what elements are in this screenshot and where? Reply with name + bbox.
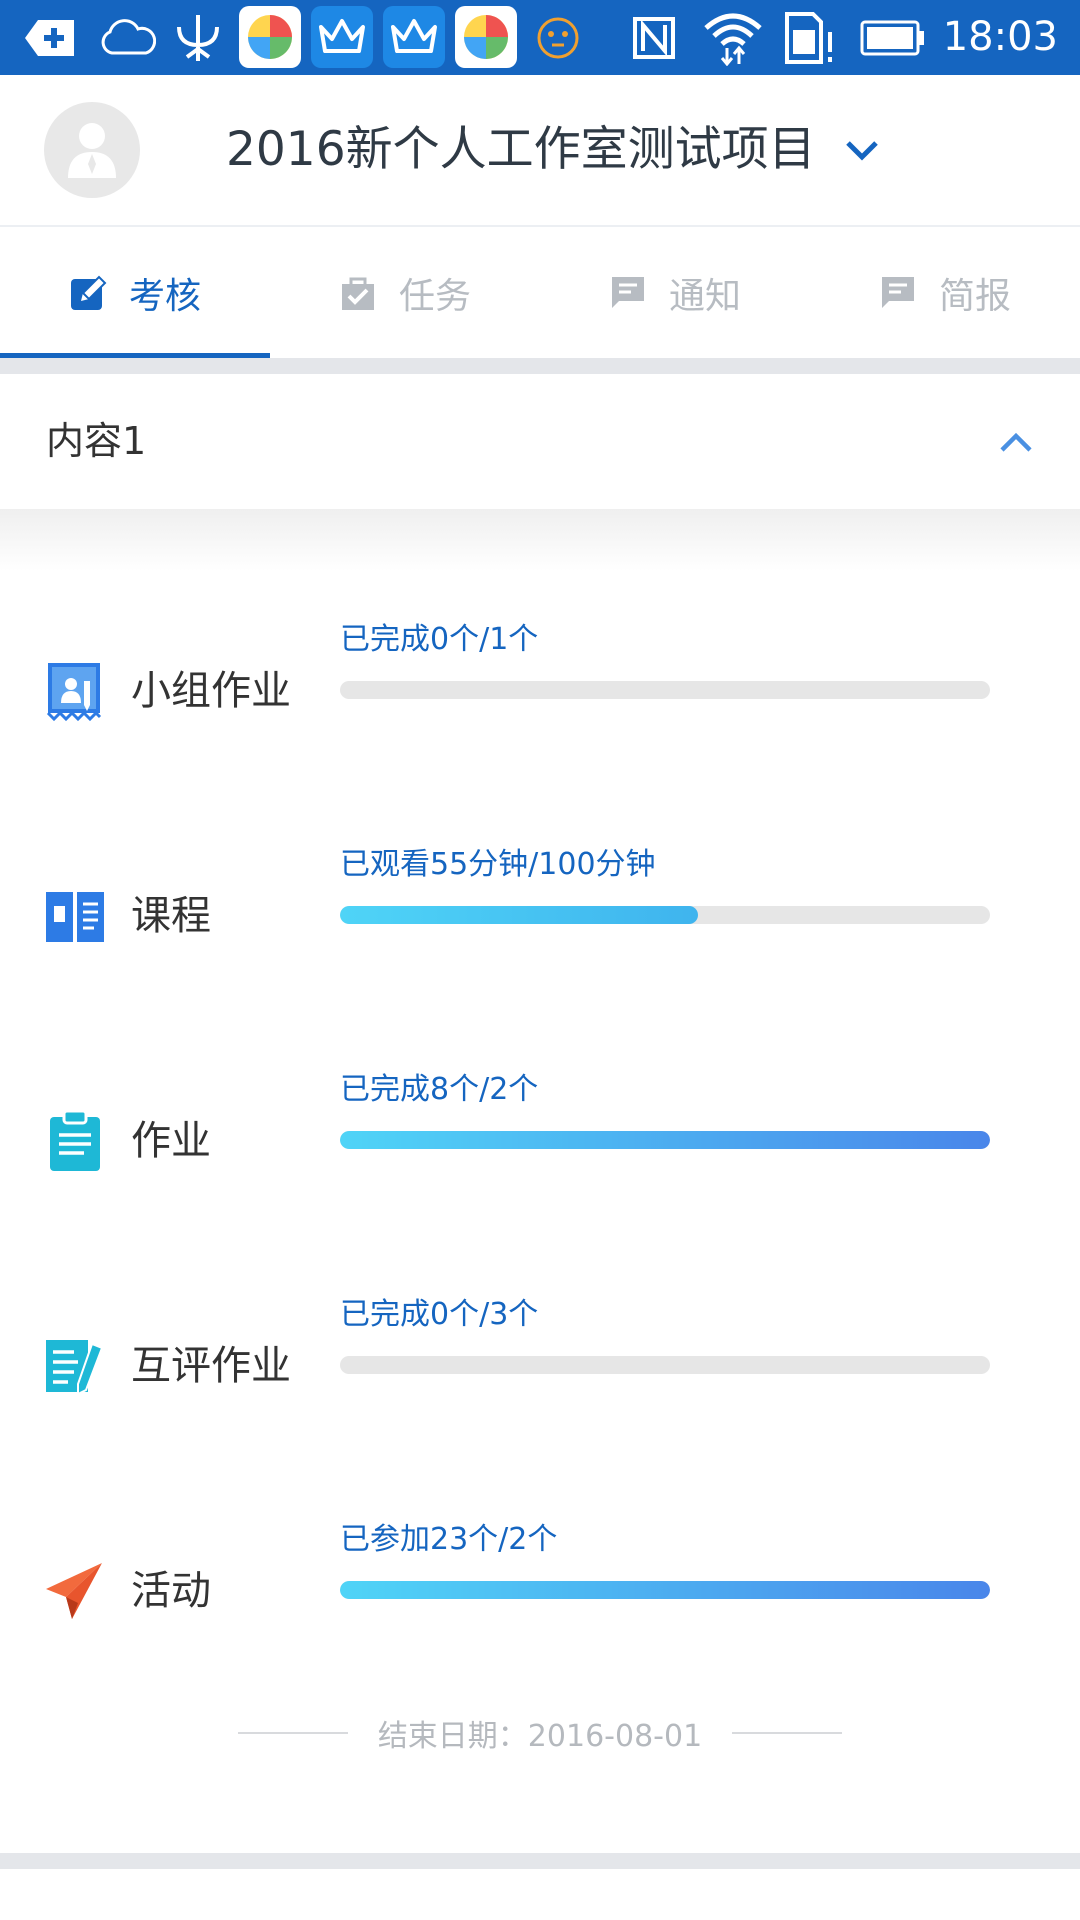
section-header[interactable]: 内容1 xyxy=(0,374,1080,509)
item-activity[interactable]: 活动 已参加23个/2个 xyxy=(0,1500,1080,1725)
item-homework[interactable]: 作业 已完成8个/2个 xyxy=(0,1050,1080,1275)
status-bar: 18:03 xyxy=(0,0,1080,75)
crown-app-icon xyxy=(383,6,445,68)
add-notification-icon xyxy=(20,0,80,75)
notice-icon xyxy=(611,276,644,308)
item-label: 小组作业 xyxy=(131,668,291,714)
tab-label: 通知 xyxy=(668,275,741,317)
progress-bar xyxy=(340,1581,990,1599)
course-book-icon xyxy=(46,892,104,942)
progress-text: 已完成8个/2个 xyxy=(340,1072,539,1107)
progress-text: 已完成0个/3个 xyxy=(340,1297,539,1332)
section-divider xyxy=(0,1853,1080,1869)
chevron-up-icon[interactable] xyxy=(996,422,1036,462)
pinwheel-app-icon xyxy=(455,6,517,68)
progress-bar xyxy=(340,681,990,699)
item-label: 作业 xyxy=(131,1118,211,1164)
item-label: 课程 xyxy=(131,893,211,939)
progress-bar-fill xyxy=(340,906,698,924)
divider-line xyxy=(237,1732,348,1734)
chevron-down-icon[interactable] xyxy=(842,127,882,173)
peer-review-icon xyxy=(46,1340,104,1396)
item-group-homework[interactable]: 小组作业 已完成0个/1个 xyxy=(0,600,1080,825)
assessment-icon xyxy=(70,275,107,310)
progress-bar xyxy=(340,906,990,924)
progress-bar-fill xyxy=(340,1581,990,1599)
item-label: 活动 xyxy=(131,1568,211,1614)
user-placeholder-icon xyxy=(68,123,116,178)
tabs-divider xyxy=(0,358,1080,374)
progress-bar xyxy=(340,1356,990,1374)
cloud-icon xyxy=(96,0,158,75)
tab-briefing[interactable]: 简报 xyxy=(810,227,1080,358)
avatar[interactable] xyxy=(44,102,140,198)
tab-bar: 考核 任务 通知 简报 xyxy=(0,227,1080,358)
clipboard-icon xyxy=(50,1109,100,1171)
tab-assessment[interactable]: 考核 xyxy=(0,227,270,358)
project-header: 2016新个人工作室测试项目 xyxy=(0,75,1080,227)
face-icon xyxy=(532,0,584,75)
section-title: 内容1 xyxy=(46,419,147,463)
tab-label: 简报 xyxy=(938,275,1011,317)
item-course[interactable]: 课程 已观看55分钟/100分钟 xyxy=(0,825,1080,1050)
item-peer-review[interactable]: 互评作业 已完成0个/3个 xyxy=(0,1275,1080,1500)
progress-bar xyxy=(340,1131,990,1149)
end-date-text: 结束日期：2016-08-01 xyxy=(377,1719,703,1754)
status-time: 18:03 xyxy=(942,14,1058,60)
tab-task[interactable]: 任务 xyxy=(270,227,540,358)
progress-text: 已观看55分钟/100分钟 xyxy=(340,847,656,882)
section-divider xyxy=(0,509,1080,571)
project-title[interactable]: 2016新个人工作室测试项目 xyxy=(226,75,816,225)
progress-bar-fill xyxy=(340,1131,990,1149)
next-section-header xyxy=(0,1869,1080,1920)
end-date-row: 结束日期：2016-08-01 xyxy=(0,1698,1080,1768)
briefing-icon xyxy=(881,276,914,308)
trident-icon xyxy=(170,0,226,75)
pinwheel-app-icon xyxy=(239,6,301,68)
crown-app-icon xyxy=(311,6,373,68)
progress-text: 已完成0个/1个 xyxy=(340,622,539,657)
paper-plane-icon xyxy=(46,1563,102,1619)
progress-text: 已参加23个/2个 xyxy=(340,1522,558,1557)
task-icon xyxy=(341,277,374,310)
divider-line xyxy=(732,1732,843,1734)
wifi-icon xyxy=(700,0,766,75)
tab-notice[interactable]: 通知 xyxy=(540,227,810,358)
group-homework-icon xyxy=(46,663,102,722)
nfc-icon xyxy=(626,0,682,75)
battery-icon xyxy=(858,0,928,75)
sim-card-icon xyxy=(782,0,838,75)
tab-label: 考核 xyxy=(128,275,201,317)
item-label: 互评作业 xyxy=(131,1343,291,1389)
tab-label: 任务 xyxy=(398,275,471,317)
